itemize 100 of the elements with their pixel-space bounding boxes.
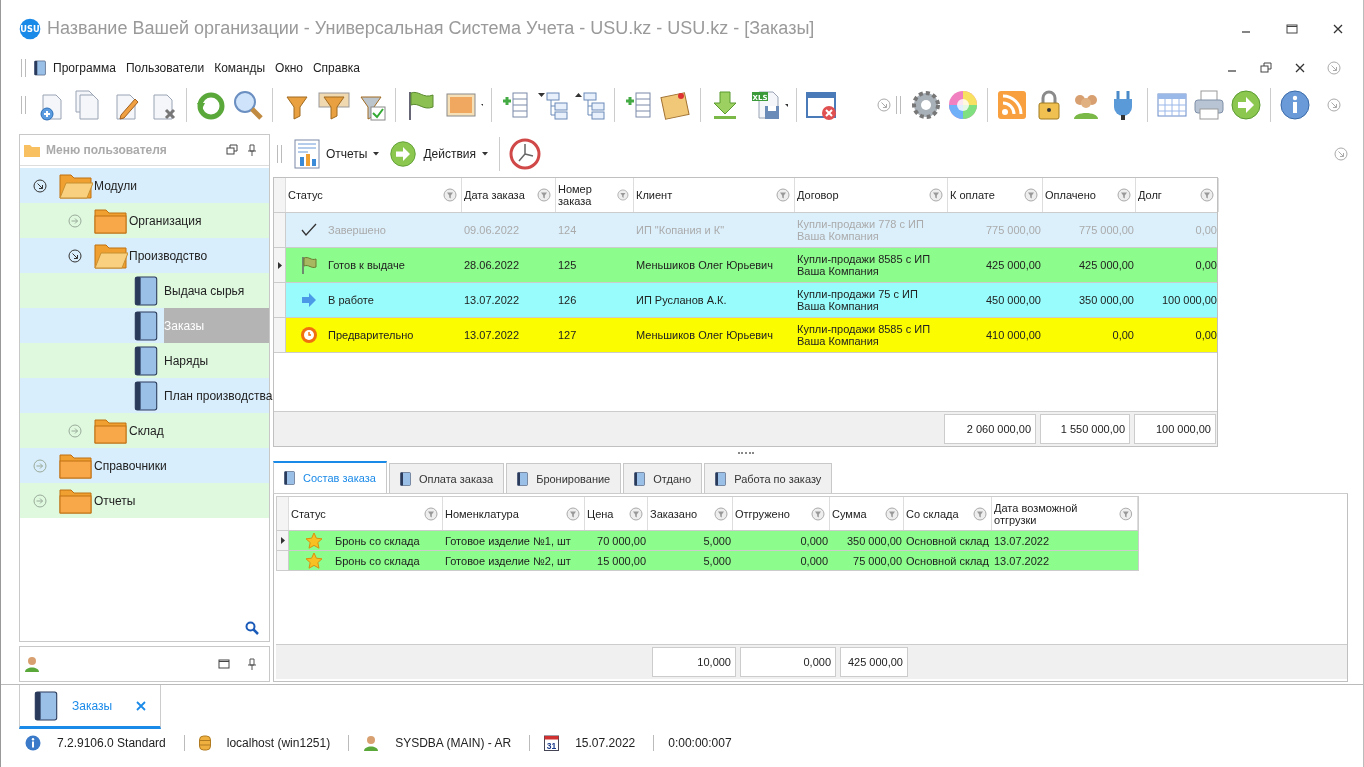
tree-item[interactable]: Наряды: [20, 343, 269, 378]
table-cell: 126: [558, 294, 577, 306]
filter-icon[interactable]: [885, 506, 899, 521]
column-header[interactable]: Статус: [289, 497, 443, 530]
close-icon[interactable]: [1293, 61, 1307, 75]
tree-label: Склад: [129, 422, 165, 440]
toolbar-button[interactable]: Отчеты: [292, 139, 382, 169]
color-wheel-icon[interactable]: [947, 89, 979, 121]
column-header[interactable]: Клиент: [634, 178, 795, 212]
column-header[interactable]: Дата заказа: [462, 178, 556, 212]
menu-item[interactable]: Команды: [211, 61, 269, 75]
filter-icon[interactable]: [1200, 188, 1214, 202]
status-text: localhost (win1251): [226, 736, 331, 750]
column-header[interactable]: Заказано: [648, 497, 733, 530]
collapse-icon[interactable]: [877, 98, 891, 112]
menu-item[interactable]: Справка: [309, 61, 363, 75]
info-icon: [25, 735, 41, 751]
collapse-icon[interactable]: [1334, 147, 1348, 161]
filter-icon[interactable]: [424, 506, 438, 521]
column-filter-icon[interactable]: [318, 89, 350, 121]
table-row[interactable]: Бронь со склада Готовое изделие №2, шт 15 000,00 5,000 0,000 75 000,00 Основной склад 13.07.2022: [277, 551, 1138, 571]
collapse-icon[interactable]: [1327, 61, 1341, 75]
tab[interactable]: Состав заказа: [273, 461, 387, 493]
rss-icon[interactable]: [996, 89, 1028, 121]
close-window-icon[interactable]: [805, 89, 837, 121]
filter-icon[interactable]: [811, 506, 825, 521]
tree-label: Производство: [129, 247, 209, 265]
tree-item[interactable]: Модули: [20, 168, 269, 203]
printer-icon[interactable]: [1193, 89, 1225, 121]
filter-icon[interactable]: [1117, 188, 1131, 202]
menu-item[interactable]: Окно: [272, 61, 306, 75]
column-header[interactable]: Сумма: [830, 497, 904, 530]
table-row[interactable]: В работе 13.07.2022 126 ИП Русланов А.К. Купли-продажи 75 с ИП Ваша Компания 450 000,00 350 000,00 100 000,00: [274, 283, 1217, 318]
logo-icon: USU: [19, 17, 41, 40]
filter-icon[interactable]: [973, 506, 987, 521]
column-header[interactable]: Договор: [795, 178, 948, 212]
tab[interactable]: Отдано: [623, 463, 703, 493]
column-header[interactable]: Номенклатура: [443, 497, 585, 530]
filter-icon[interactable]: [776, 188, 790, 202]
column-header[interactable]: Долг: [1136, 178, 1219, 212]
tree-item[interactable]: Справочники: [20, 448, 269, 483]
table-cell: Готов к выдаче: [328, 259, 405, 271]
tab[interactable]: Работа по заказу: [704, 463, 833, 493]
column-header[interactable]: Со склада: [904, 497, 992, 530]
column-header[interactable]: Статус: [286, 178, 462, 212]
menu-item[interactable]: Программа: [50, 61, 119, 75]
row-selector[interactable]: [277, 531, 289, 550]
star-icon: [305, 551, 323, 570]
filter-icon[interactable]: [566, 506, 580, 521]
settings-icon[interactable]: [910, 89, 942, 121]
search-icon[interactable]: [245, 621, 259, 635]
tab[interactable]: Оплата заказа: [388, 463, 505, 493]
splitter-handle[interactable]: [737, 452, 754, 456]
tree-item[interactable]: Выдача сырья: [20, 273, 269, 308]
maximize-icon[interactable]: [217, 657, 231, 671]
document-tab[interactable]: Заказы: [19, 685, 162, 729]
filter-icon[interactable]: [1024, 188, 1038, 202]
collapse-tree-icon[interactable]: [574, 89, 606, 121]
column-header[interactable]: Дата возможной отгрузки: [992, 497, 1138, 530]
tree-item[interactable]: Организация: [20, 203, 269, 238]
info-icon[interactable]: [1279, 89, 1311, 121]
search-icon[interactable]: [232, 89, 264, 121]
filter-icon[interactable]: [537, 188, 551, 202]
column-header[interactable]: Номер заказа: [556, 178, 634, 212]
filter-icon[interactable]: [929, 188, 943, 202]
status-text: 7.2.9106.0 Standard: [57, 736, 166, 750]
menu-item[interactable]: Пользователи: [122, 61, 208, 75]
total-field: 425 000,00: [840, 647, 908, 677]
table-row[interactable]: Предварительно 13.07.2022 127 Меньшиков Олег Юрьевич Купли-продажи 8585 с ИП Ваша Компания 410 000,00 0,00 0,00: [274, 318, 1217, 353]
forward-icon[interactable]: [1230, 89, 1262, 121]
table-row[interactable]: Готов к выдаче 28.06.2022 125 Меньшиков Олег Юрьевич Купли-продажи 8585 с ИП Ваша Компания 425 000,00 425 000,00 0,00: [274, 248, 1217, 283]
filter-icon[interactable]: [617, 188, 629, 202]
tab[interactable]: Бронирование: [506, 463, 622, 493]
tree-item[interactable]: Отчеты: [20, 483, 269, 518]
row-selector[interactable]: [274, 248, 286, 282]
tree-item[interactable]: Производство: [20, 238, 269, 273]
column-header[interactable]: Цена: [585, 497, 648, 530]
filter-icon[interactable]: [629, 506, 643, 521]
restore-icon[interactable]: [225, 143, 239, 157]
column-header[interactable]: Отгружено: [733, 497, 830, 530]
filter-icon[interactable]: [443, 188, 457, 202]
tree-item[interactable]: Склад: [20, 413, 269, 448]
table-cell: Меньшиков Олег Юрьевич: [636, 259, 773, 271]
pin-icon[interactable]: [245, 657, 259, 671]
filter-icon[interactable]: [1119, 506, 1133, 521]
maximize-icon[interactable]: [1285, 21, 1299, 36]
restore-icon[interactable]: [1259, 61, 1273, 75]
table-cell: 0,000: [800, 554, 828, 567]
filter-icon[interactable]: [714, 506, 728, 521]
folder-icon: [59, 451, 93, 480]
pin-icon[interactable]: [245, 143, 259, 157]
expand-tree-icon[interactable]: [537, 89, 569, 121]
clock-icon[interactable]: [509, 138, 542, 170]
column-header[interactable]: Оплачено: [1043, 178, 1136, 212]
collapse-icon[interactable]: [1327, 98, 1341, 112]
column-header[interactable]: К оплате: [948, 178, 1043, 212]
table-row[interactable]: Бронь со склада Готовое изделие №1, шт 70 000,00 5,000 0,000 350 000,00 Основной склад 13.07.2022: [277, 531, 1138, 551]
user-icon: [363, 735, 380, 751]
tree-label: Заказы: [164, 308, 269, 343]
toolbar-button[interactable]: Действия: [387, 140, 491, 168]
